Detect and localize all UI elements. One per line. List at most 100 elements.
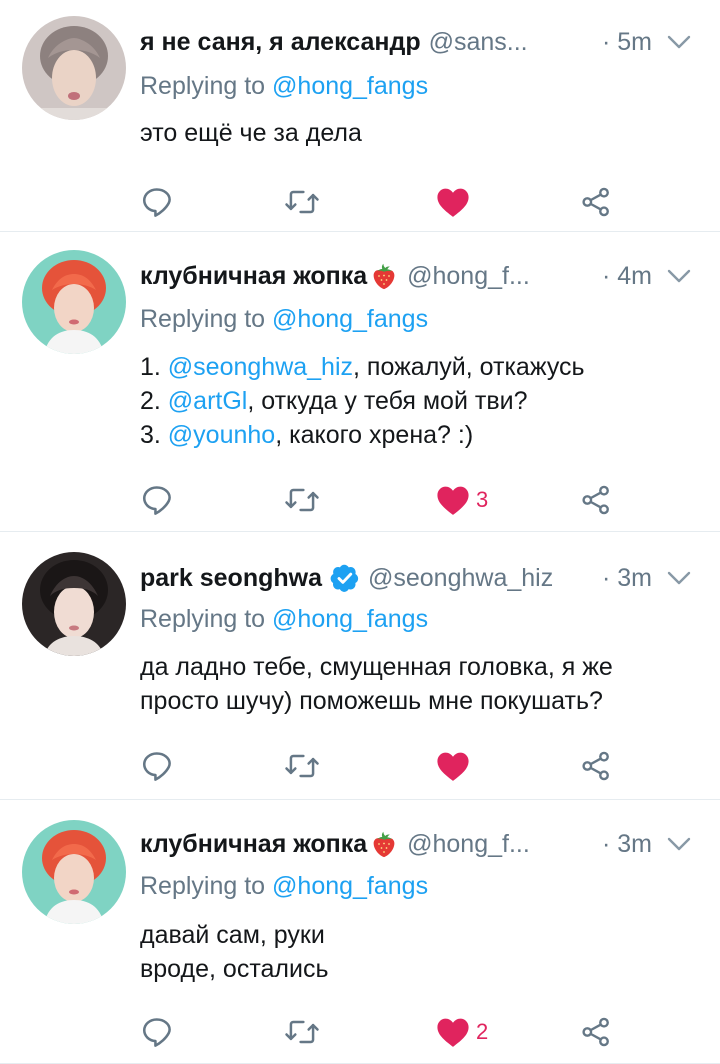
tweet-line: это ещё че за дела <box>140 116 690 150</box>
tweet[interactable]: клубничная жопка @hong_f... · 4m Replyin… <box>0 232 720 532</box>
tweet-header: я не саня, я александр @sans... · 5m <box>140 24 692 60</box>
reply-button[interactable] <box>140 480 174 520</box>
text-segment: , какого хрена? :) <box>275 421 474 449</box>
tweet[interactable]: park seonghwa @seonghwa_hiz · 3m Replyin… <box>0 532 720 800</box>
display-name[interactable]: я не саня, я александр <box>140 28 421 57</box>
like-button[interactable]: 3 <box>436 480 488 520</box>
avatar[interactable] <box>22 820 126 924</box>
heart-icon <box>436 750 470 782</box>
replying-mention[interactable]: @hong_fangs <box>272 305 428 333</box>
avatar[interactable] <box>22 552 126 656</box>
reply-icon <box>140 483 174 517</box>
like-count: 3 <box>476 487 489 512</box>
text-segment: давай сам, руки <box>140 921 325 949</box>
share-icon <box>580 186 612 218</box>
replying-prefix: Replying to <box>140 605 266 633</box>
avatar[interactable] <box>22 250 126 354</box>
tweet-text: да ладно тебе, смущенная головка, я же пр… <box>140 650 690 718</box>
chevron-down-icon[interactable] <box>666 267 692 285</box>
tweet-line: 3. @younho, какого хрена? :) <box>140 418 690 452</box>
tweet-actions: 3 <box>0 480 720 520</box>
tweet[interactable]: я не саня, я александр @sans... · 5m Rep… <box>0 0 720 232</box>
mention-link[interactable]: @younho <box>168 421 275 449</box>
retweet-button[interactable] <box>284 480 320 520</box>
text-segment: да ладно тебе, смущенная головка, я же <box>140 653 613 681</box>
retweet-icon <box>284 483 320 517</box>
replying-prefix: Replying to <box>140 872 266 900</box>
text-segment: просто шучу) поможешь мне покушать? <box>140 687 603 715</box>
timestamp[interactable]: · 4m <box>592 262 652 291</box>
reply-button[interactable] <box>140 182 174 222</box>
display-name[interactable]: клубничная жопка <box>140 830 367 859</box>
tweet-line: вроде, остались <box>140 952 690 986</box>
replying-prefix: Replying to <box>140 305 266 333</box>
tweet-header: клубничная жопка @hong_f... · 4m <box>140 258 692 294</box>
heart-icon <box>436 186 470 218</box>
reply-button[interactable] <box>140 1012 174 1052</box>
replying-mention[interactable]: @hong_fangs <box>272 72 428 100</box>
tweet-header: клубничная жопка @hong_f... · 3m <box>140 826 692 862</box>
share-button[interactable] <box>580 746 612 786</box>
text-segment: вроде, остались <box>140 955 329 983</box>
like-button[interactable]: 2 <box>436 1012 488 1052</box>
display-name[interactable]: клубничная жопка <box>140 262 367 291</box>
text-segment: , пожалуй, откажусь <box>353 353 585 381</box>
like-button[interactable] <box>436 746 470 786</box>
timestamp[interactable]: · 3m <box>592 564 652 593</box>
tweet-text: это ещё че за дела <box>140 116 690 150</box>
share-icon <box>580 484 612 516</box>
timestamp[interactable]: · 3m <box>592 830 652 859</box>
retweet-button[interactable] <box>284 182 320 222</box>
strawberry-emoji <box>369 829 399 859</box>
mention-link[interactable]: @seonghwa_hiz <box>168 353 353 381</box>
tweet-text: 1. @seonghwa_hiz, пожалуй, откажусь 2. @a… <box>140 350 690 452</box>
text-segment: 1. <box>140 353 168 381</box>
tweet-header: park seonghwa @seonghwa_hiz · 3m <box>140 560 692 596</box>
avatar[interactable] <box>22 16 126 120</box>
chevron-down-icon[interactable] <box>666 569 692 587</box>
text-segment: , откуда у тебя мой тви? <box>247 387 528 415</box>
tweet-actions: 2 <box>0 1012 720 1052</box>
display-name[interactable]: park seonghwa <box>140 564 322 593</box>
chevron-down-icon[interactable] <box>666 33 692 51</box>
retweet-icon <box>284 749 320 783</box>
timestamp[interactable]: · 5m <box>592 28 652 57</box>
verified-badge-icon <box>330 563 360 593</box>
tweet-line: 1. @seonghwa_hiz, пожалуй, откажусь <box>140 350 690 384</box>
tweet-line: давай сам, руки <box>140 918 690 952</box>
handle[interactable]: @seonghwa_hiz <box>368 564 553 593</box>
replying-to: Replying to @hong_fangs <box>140 72 428 101</box>
like-button[interactable] <box>436 182 470 222</box>
tweet-line: 2. @artGl, откуда у тебя мой тви? <box>140 384 690 418</box>
reply-icon <box>140 185 174 219</box>
tweet-actions <box>0 746 720 786</box>
tweet-line: просто шучу) поможешь мне покушать? <box>140 684 690 718</box>
share-button[interactable] <box>580 480 612 520</box>
tweet-actions <box>0 182 720 222</box>
retweet-button[interactable] <box>284 1012 320 1052</box>
retweet-icon <box>284 185 320 219</box>
chevron-down-icon[interactable] <box>666 835 692 853</box>
retweet-button[interactable] <box>284 746 320 786</box>
text-segment: 3. <box>140 421 168 449</box>
replying-prefix: Replying to <box>140 72 266 100</box>
mention-link[interactable]: @artGl <box>168 387 248 415</box>
heart-icon <box>436 1016 470 1048</box>
handle[interactable]: @hong_f... <box>407 830 530 859</box>
handle[interactable]: @sans... <box>429 28 528 57</box>
share-button[interactable] <box>580 182 612 222</box>
share-button[interactable] <box>580 1012 612 1052</box>
reply-thread: я не саня, я александр @sans... · 5m Rep… <box>0 0 720 1064</box>
replying-to: Replying to @hong_fangs <box>140 305 428 334</box>
handle[interactable]: @hong_f... <box>407 262 530 291</box>
retweet-icon <box>284 1015 320 1049</box>
heart-icon <box>436 484 470 516</box>
reply-icon <box>140 1015 174 1049</box>
replying-mention[interactable]: @hong_fangs <box>272 872 428 900</box>
tweet[interactable]: клубничная жопка @hong_f... · 3m Replyin… <box>0 800 720 1064</box>
replying-mention[interactable]: @hong_fangs <box>272 605 428 633</box>
tweet-text: давай сам, руки вроде, остались <box>140 918 690 986</box>
replying-to: Replying to @hong_fangs <box>140 605 428 634</box>
reply-button[interactable] <box>140 746 174 786</box>
share-icon <box>580 1016 612 1048</box>
